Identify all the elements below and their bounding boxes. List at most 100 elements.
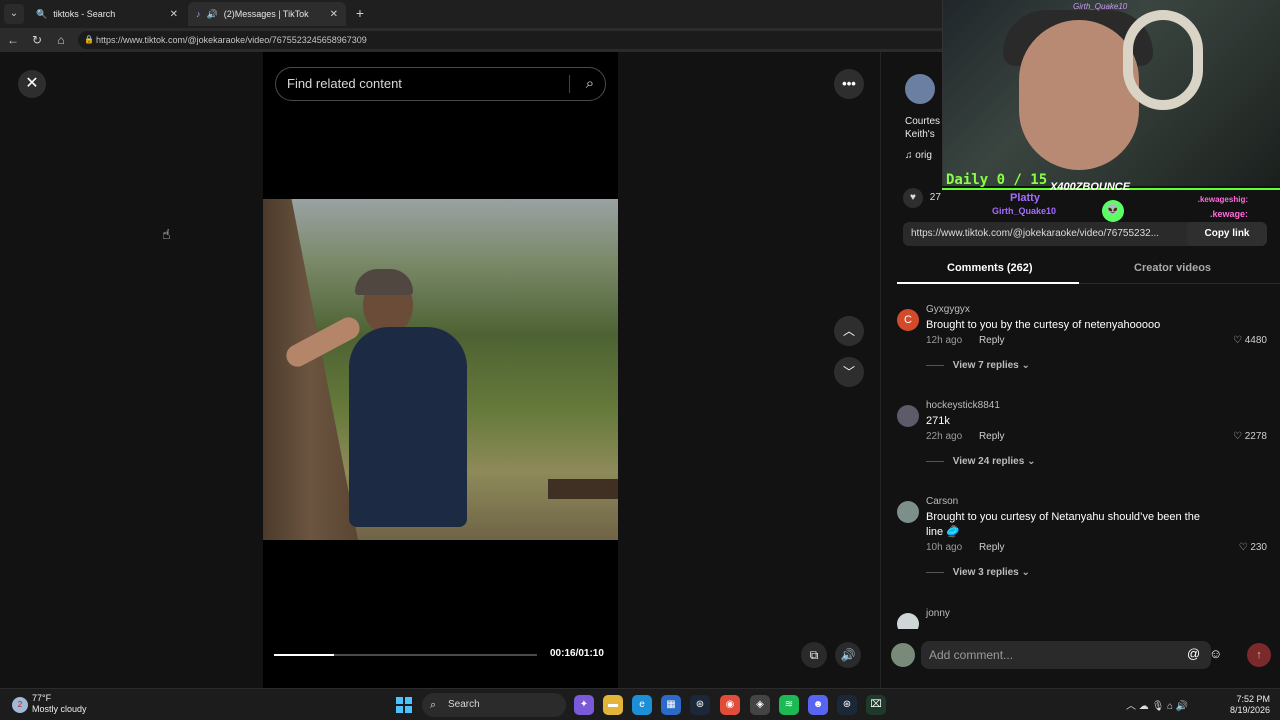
tab-actions-menu[interactable]: ⌄ <box>4 4 24 24</box>
weather-widget[interactable]: 2 77°F Mostly cloudy <box>12 693 87 715</box>
related-search-input[interactable]: Find related content ⌕ <box>275 67 606 101</box>
comment-username[interactable]: Carson <box>926 496 958 507</box>
previous-video-button[interactable]: ︿ <box>834 316 864 346</box>
system-tray[interactable]: ︿ ☁ 🎙 ⌂ 🔊 <box>1126 697 1188 712</box>
tiktok-icon: ♪ <box>196 9 201 19</box>
mention-icon[interactable]: @ <box>1187 646 1200 661</box>
reply-button[interactable]: Reply <box>979 542 1005 553</box>
comment-like-count: 4480 <box>1244 335 1267 346</box>
app-icon[interactable]: ⌧ <box>866 695 886 715</box>
alien-emote-icon: 👽 <box>1102 200 1124 222</box>
daily-counter: Daily 0 / 15 <box>946 172 1048 188</box>
back-icon[interactable]: ← <box>4 31 22 49</box>
comment-username[interactable]: hockeystick8841 <box>926 400 1000 411</box>
chevron-up-icon[interactable]: ︿ <box>1126 701 1136 712</box>
mic-icon[interactable]: 🎙 <box>1152 701 1165 712</box>
my-avatar[interactable] <box>891 643 915 667</box>
start-icon[interactable] <box>396 697 412 713</box>
clock-time: 7:52 PM <box>1236 694 1271 704</box>
comment-like[interactable]: ♡ 230 <box>1239 542 1267 553</box>
comment-like[interactable]: ♡ 2278 <box>1233 431 1267 442</box>
reply-button[interactable]: Reply <box>979 431 1005 442</box>
commenter-avatar[interactable] <box>897 613 919 629</box>
next-video-button[interactable]: ﹀ <box>834 357 864 387</box>
home-icon[interactable]: ⌂ <box>52 31 70 49</box>
reply-button[interactable]: Reply <box>979 335 1005 346</box>
more-options-button[interactable]: ••• <box>834 69 864 99</box>
tab-label: (2)Messages | TikTok <box>223 9 309 19</box>
comment-meta: 10h ago Reply <box>926 542 1005 553</box>
store-icon[interactable]: ▦ <box>661 695 681 715</box>
edge-icon[interactable]: e <box>632 695 652 715</box>
volume-icon[interactable]: 🔊 <box>1176 701 1188 712</box>
steam-icon[interactable]: ⊛ <box>837 695 857 715</box>
view-replies-button[interactable]: View 24 replies ⌄ <box>926 456 1035 467</box>
tab-creator-videos[interactable]: Creator videos <box>1134 262 1211 274</box>
commenter-avatar[interactable] <box>897 501 919 523</box>
steam-icon[interactable]: ⊛ <box>690 695 710 715</box>
comment-input[interactable]: Add comment... <box>921 641 1211 669</box>
discord-icon[interactable]: ☻ <box>808 695 828 715</box>
commenter-avatar[interactable]: C <box>897 309 919 331</box>
panel-tabs: Comments (262) Creator videos <box>897 254 1280 284</box>
network-icon[interactable]: ⌂ <box>1167 701 1173 712</box>
reply-line <box>926 460 944 462</box>
view-replies-button[interactable]: View 7 replies ⌄ <box>926 360 1030 371</box>
cap <box>355 269 413 295</box>
creator-avatar[interactable] <box>905 74 935 104</box>
search-icon[interactable]: ⌕ <box>580 74 600 94</box>
video-description: Courtes Keith's <box>905 115 940 141</box>
weather-icon: 2 <box>12 697 28 713</box>
close-tab-icon[interactable]: ✕ <box>170 9 178 20</box>
new-tab-button[interactable]: + <box>351 4 369 22</box>
refresh-icon[interactable]: ↻ <box>28 31 46 49</box>
chrome-icon[interactable]: ◉ <box>720 695 740 715</box>
comment-time: 22h ago <box>926 431 963 442</box>
video-progress-bar[interactable] <box>274 654 537 656</box>
commenter-avatar[interactable] <box>897 405 919 427</box>
comment-like[interactable]: ♡ 4480 <box>1233 335 1267 346</box>
search-placeholder: Find related content <box>287 76 402 91</box>
video-player[interactable] <box>263 199 618 540</box>
progress-fill <box>274 654 335 656</box>
start-pane <box>396 697 403 704</box>
like-count: 27 <box>929 192 941 203</box>
heart-outline-icon: ♡ <box>1233 431 1242 442</box>
file-explorer-icon[interactable]: ▬ <box>603 695 623 715</box>
clock[interactable]: 7:52 PM 8/19/2026 <box>1230 694 1270 716</box>
tab-tiktoks-search[interactable]: 🔍 tiktoks - Search ✕ <box>28 2 186 26</box>
weather-temp: 77°F <box>32 693 52 703</box>
view-replies-label: View 3 replies <box>952 567 1019 578</box>
speaker-icon[interactable]: 🔊 <box>207 9 218 20</box>
tab-comments[interactable]: Comments (262) <box>947 262 1033 274</box>
overlay-user-1: X400ZBOUNCE <box>1050 181 1131 193</box>
spotify-icon[interactable]: ≋ <box>779 695 799 715</box>
emoji-icon[interactable]: ☺ <box>1209 646 1222 661</box>
comment-meta: 22h ago Reply <box>926 431 1005 442</box>
close-video-button[interactable]: ✕ <box>18 70 46 98</box>
view-replies-button[interactable]: View 3 replies ⌄ <box>926 567 1030 578</box>
app-icon[interactable]: ◈ <box>750 695 770 715</box>
chevron-down-icon: ⌄ <box>1021 360 1030 371</box>
tab-tiktok-messages[interactable]: ♪ 🔊 (2)Messages | TikTok ✕ <box>188 2 346 26</box>
picture-in-picture-button[interactable]: ⧉ <box>801 642 827 668</box>
cloud-icon[interactable]: ☁ <box>1139 701 1149 712</box>
comment-username[interactable]: Gyxgygyx <box>926 304 970 315</box>
music-info[interactable]: ♫ orig <box>905 150 932 161</box>
heart-icon[interactable]: ♥ <box>903 188 923 208</box>
music-label: orig <box>915 150 932 161</box>
webcam-username: Girth_Quake10 <box>1073 2 1128 11</box>
send-icon[interactable]: ↑ <box>1247 643 1271 667</box>
clock-date: 8/19/2026 <box>1230 705 1271 715</box>
comment-time: 12h ago <box>926 335 963 346</box>
tab-label: tiktoks - Search <box>53 9 116 19</box>
volume-button[interactable]: 🔊 <box>835 642 861 668</box>
taskbar-search[interactable]: ⌕ Search <box>422 693 566 717</box>
comment-username[interactable]: jonny <box>926 608 950 619</box>
close-tab-icon[interactable]: ✕ <box>330 9 338 20</box>
url-field[interactable]: 🔒 https://www.tiktok.com/@jokekaraoke/vi… <box>78 31 948 49</box>
comment-time: 10h ago <box>926 542 963 553</box>
copilot-icon[interactable]: ✦ <box>574 695 594 715</box>
video-column: Find related content ⌕ 00:16/01:10 <box>263 52 618 688</box>
vest <box>349 327 467 527</box>
